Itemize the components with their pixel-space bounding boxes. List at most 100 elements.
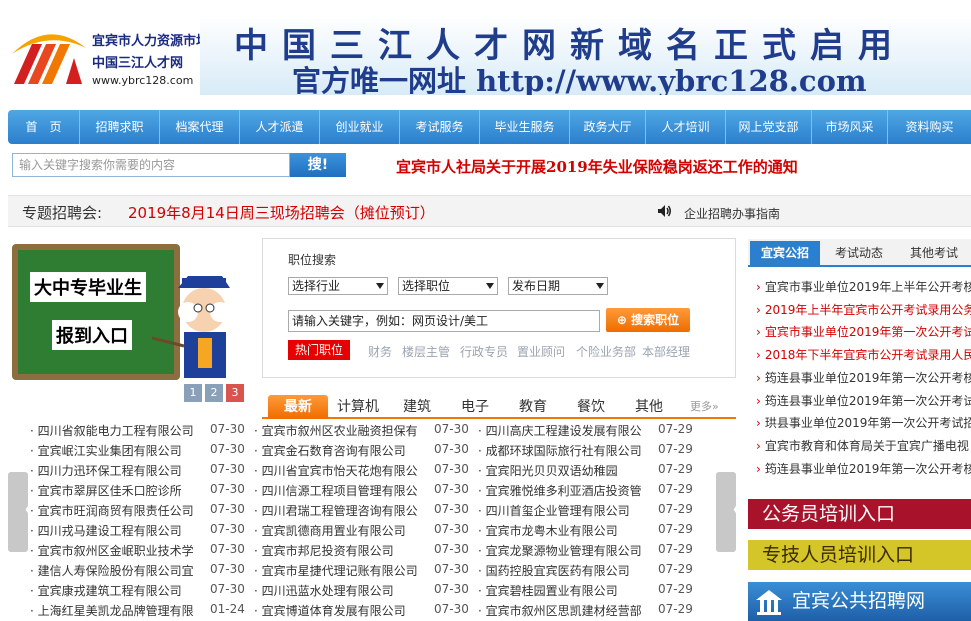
hot-job-link[interactable]: 置业顾问: [517, 343, 565, 360]
hot-job-link[interactable]: 楼层主管: [402, 343, 450, 360]
company-row[interactable]: · 宜宾碧桂园置业有限公司 07-29: [478, 582, 698, 602]
company-row[interactable]: · 宜宾市星捷代理记账有限公司 07-30: [254, 562, 474, 582]
company-name[interactable]: · 四川首玺企业管理有限公司: [478, 502, 630, 519]
header-banner[interactable]: 中国三江人才网新域名正式启用 官方唯一网址 http://www.ybrc128…: [200, 14, 971, 95]
company-row[interactable]: · 宜宾康戎建筑工程有限公司 07-30: [30, 582, 250, 602]
company-row[interactable]: · 宜宾博道体育发展有限公司 07-30: [254, 602, 474, 621]
civil-servant-training-link[interactable]: 公务员培训入口: [748, 499, 971, 529]
company-row[interactable]: · 宜宾市邦尼投资有限公司 07-30: [254, 542, 474, 562]
company-name[interactable]: · 宜宾碧桂园置业有限公司: [478, 582, 618, 599]
company-name[interactable]: · 四川戎马建设工程有限公司: [30, 522, 182, 539]
category-tab-3[interactable]: 电子: [450, 395, 500, 419]
company-name[interactable]: · 四川省宜宾市怡天花炮有限公: [254, 462, 418, 479]
company-row[interactable]: · 宜宾阳光贝贝双语幼稚园 07-29: [478, 462, 698, 482]
company-name[interactable]: · 成都环球国际旅行社有限公司: [478, 442, 642, 459]
category-tab-0[interactable]: 最新: [268, 395, 328, 419]
company-row[interactable]: · 四川首玺企业管理有限公司 07-29: [478, 502, 698, 522]
search-button[interactable]: 搜!: [290, 153, 346, 177]
hot-job-link[interactable]: 本部经理: [642, 343, 690, 360]
carousel-dot[interactable]: 1: [184, 384, 202, 402]
company-row[interactable]: · 宜宾市龙粤木业有限公司 07-29: [478, 522, 698, 542]
nav-item-1[interactable]: 招聘求职: [80, 110, 160, 144]
company-name[interactable]: · 上海红星美凯龙品牌管理有限: [30, 602, 194, 619]
company-name[interactable]: · 宜宾阳光贝贝双语幼稚园: [478, 462, 618, 479]
company-name[interactable]: · 宜宾市叙州区思凯建材经营部: [478, 602, 642, 619]
nav-item-6[interactable]: 毕业生服务: [480, 110, 570, 144]
company-row[interactable]: · 成都环球国际旅行社有限公司 07-29: [478, 442, 698, 462]
company-row[interactable]: · 宜宾金石数育咨询有限公司 07-30: [254, 442, 474, 462]
exam-news-item[interactable]: › 筠连县事业单位2019年第一次公开考核: [756, 369, 971, 386]
company-row[interactable]: · 四川君瑞工程管理咨询有限公 07-30: [254, 502, 474, 522]
company-row[interactable]: · 四川信源工程项目管理有限公 07-30: [254, 482, 474, 502]
nav-item-4[interactable]: 创业就业: [320, 110, 400, 144]
exam-news-item[interactable]: › 筠连县事业单位2019年第一次公开考试: [756, 392, 971, 409]
nav-item-11[interactable]: 资料购买: [888, 110, 971, 144]
nav-item-3[interactable]: 人才派遣: [240, 110, 320, 144]
nav-item-5[interactable]: 考试服务: [400, 110, 480, 144]
carousel-dot[interactable]: 2: [205, 384, 223, 402]
hot-job-link[interactable]: 财务: [368, 343, 392, 360]
company-row[interactable]: · 宜宾市翠屏区佳禾口腔诊所 07-30: [30, 482, 250, 502]
company-row[interactable]: · 四川戎马建设工程有限公司 07-30: [30, 522, 250, 542]
recruit-guide-link[interactable]: 企业招聘办事指南: [684, 205, 780, 222]
exam-news-item[interactable]: › 2018年下半年宜宾市公开考试录用人民: [756, 346, 971, 363]
company-name[interactable]: · 宜宾市星捷代理记账有限公司: [254, 562, 418, 579]
exam-tab-1[interactable]: 考试动态: [823, 241, 895, 265]
category-tab-6[interactable]: 其他: [624, 395, 674, 419]
company-row[interactable]: · 四川省宜宾市怡天花炮有限公 07-30: [254, 462, 474, 482]
company-row[interactable]: · 宜宾龙聚源物业管理有限公司 07-29: [478, 542, 698, 562]
hot-job-link[interactable]: 行政专员: [460, 343, 508, 360]
nav-item-8[interactable]: 人才培训: [646, 110, 726, 144]
company-name[interactable]: · 宜宾岷江实业集团有限公司: [30, 442, 182, 459]
company-row[interactable]: · 宜宾雅悦维多利亚酒店投资管 07-29: [478, 482, 698, 502]
company-row[interactable]: · 宜宾市旺润商贸有限责任公司 07-30: [30, 502, 250, 522]
position-select[interactable]: 选择职位: [398, 277, 498, 295]
graduate-promo[interactable]: 大中专毕业生 报到入口 123: [8, 238, 248, 408]
company-row[interactable]: · 建信人寿保险股份有限公司宜 07-30: [30, 562, 250, 582]
site-logo[interactable]: 宜宾市人力资源市场网 中国三江人才网 www.ybrc128.com: [8, 22, 222, 92]
category-tab-2[interactable]: 建筑: [392, 395, 442, 419]
next-arrow-icon[interactable]: 〈: [716, 472, 746, 552]
category-tab-4[interactable]: 教育: [508, 395, 558, 419]
company-name[interactable]: · 四川君瑞工程管理咨询有限公: [254, 502, 418, 519]
company-row[interactable]: · 宜宾市叙州区农业融资担保有 07-30: [254, 422, 474, 442]
company-name[interactable]: · 宜宾龙聚源物业管理有限公司: [478, 542, 642, 559]
company-name[interactable]: · 宜宾金石数育咨询有限公司: [254, 442, 406, 459]
exam-news-item[interactable]: › 宜宾市教育和体育局关于宜宾广播电视: [756, 437, 969, 454]
company-name[interactable]: · 宜宾市旺润商贸有限责任公司: [30, 502, 194, 519]
company-name[interactable]: · 四川高庆工程建设发展有限公: [478, 422, 642, 439]
company-name[interactable]: · 四川力迅环保工程有限公司: [30, 462, 182, 479]
exam-news-item[interactable]: › 珙县事业单位2019年第一次公开考试招: [756, 414, 971, 431]
category-tab-1[interactable]: 计算机: [328, 395, 388, 419]
company-row[interactable]: · 国药控股宜宾医药有限公司 07-29: [478, 562, 698, 582]
company-row[interactable]: · 宜宾市叙州区金岷职业技术学 07-30: [30, 542, 250, 562]
company-name[interactable]: · 宜宾市龙粤木业有限公司: [478, 522, 618, 539]
company-row[interactable]: · 宜宾岷江实业集团有限公司 07-30: [30, 442, 250, 462]
hot-job-link[interactable]: 个险业务部: [576, 343, 636, 360]
exam-news-item[interactable]: › 宜宾市事业单位2019年第一次公开考试: [756, 323, 971, 340]
exam-tab-2[interactable]: 其他考试: [897, 241, 971, 265]
carousel-dot[interactable]: 3: [226, 384, 244, 402]
company-row[interactable]: · 四川高庆工程建设发展有限公 07-29: [478, 422, 698, 442]
more-link[interactable]: 更多»: [690, 398, 719, 414]
category-tab-5[interactable]: 餐饮: [566, 395, 616, 419]
nav-item-0[interactable]: 首 页: [8, 110, 80, 144]
company-name[interactable]: · 宜宾博道体育发展有限公司: [254, 602, 406, 619]
date-select[interactable]: 发布日期: [508, 277, 608, 295]
company-name[interactable]: · 国药控股宜宾医药有限公司: [478, 562, 630, 579]
company-name[interactable]: · 四川省叙能电力工程有限公司: [30, 422, 194, 439]
company-name[interactable]: · 宜宾凯德商用置业有限公司: [254, 522, 406, 539]
prev-arrow-icon[interactable]: 〈: [8, 472, 38, 552]
company-name[interactable]: · 宜宾市翠屏区佳禾口腔诊所: [30, 482, 182, 499]
exam-news-item[interactable]: › 2019年上半年宜宾市公开考试录用公务: [756, 301, 971, 318]
company-row[interactable]: · 宜宾凯德商用置业有限公司 07-30: [254, 522, 474, 542]
company-name[interactable]: · 四川迅蓝水处理有限公司: [254, 582, 394, 599]
company-row[interactable]: · 宜宾市叙州区思凯建材经营部 07-29: [478, 602, 698, 621]
company-name[interactable]: · 宜宾市邦尼投资有限公司: [254, 542, 394, 559]
company-row[interactable]: · 四川迅蓝水处理有限公司 07-30: [254, 582, 474, 602]
job-keyword-input[interactable]: 请输入关键字，例如：网页设计/美工: [288, 310, 600, 332]
company-name[interactable]: · 建信人寿保险股份有限公司宜: [30, 562, 194, 579]
company-name[interactable]: · 宜宾康戎建筑工程有限公司: [30, 582, 182, 599]
nav-item-9[interactable]: 网上党支部: [726, 110, 812, 144]
search-input[interactable]: 输入关键字搜索你需要的内容: [12, 153, 290, 177]
